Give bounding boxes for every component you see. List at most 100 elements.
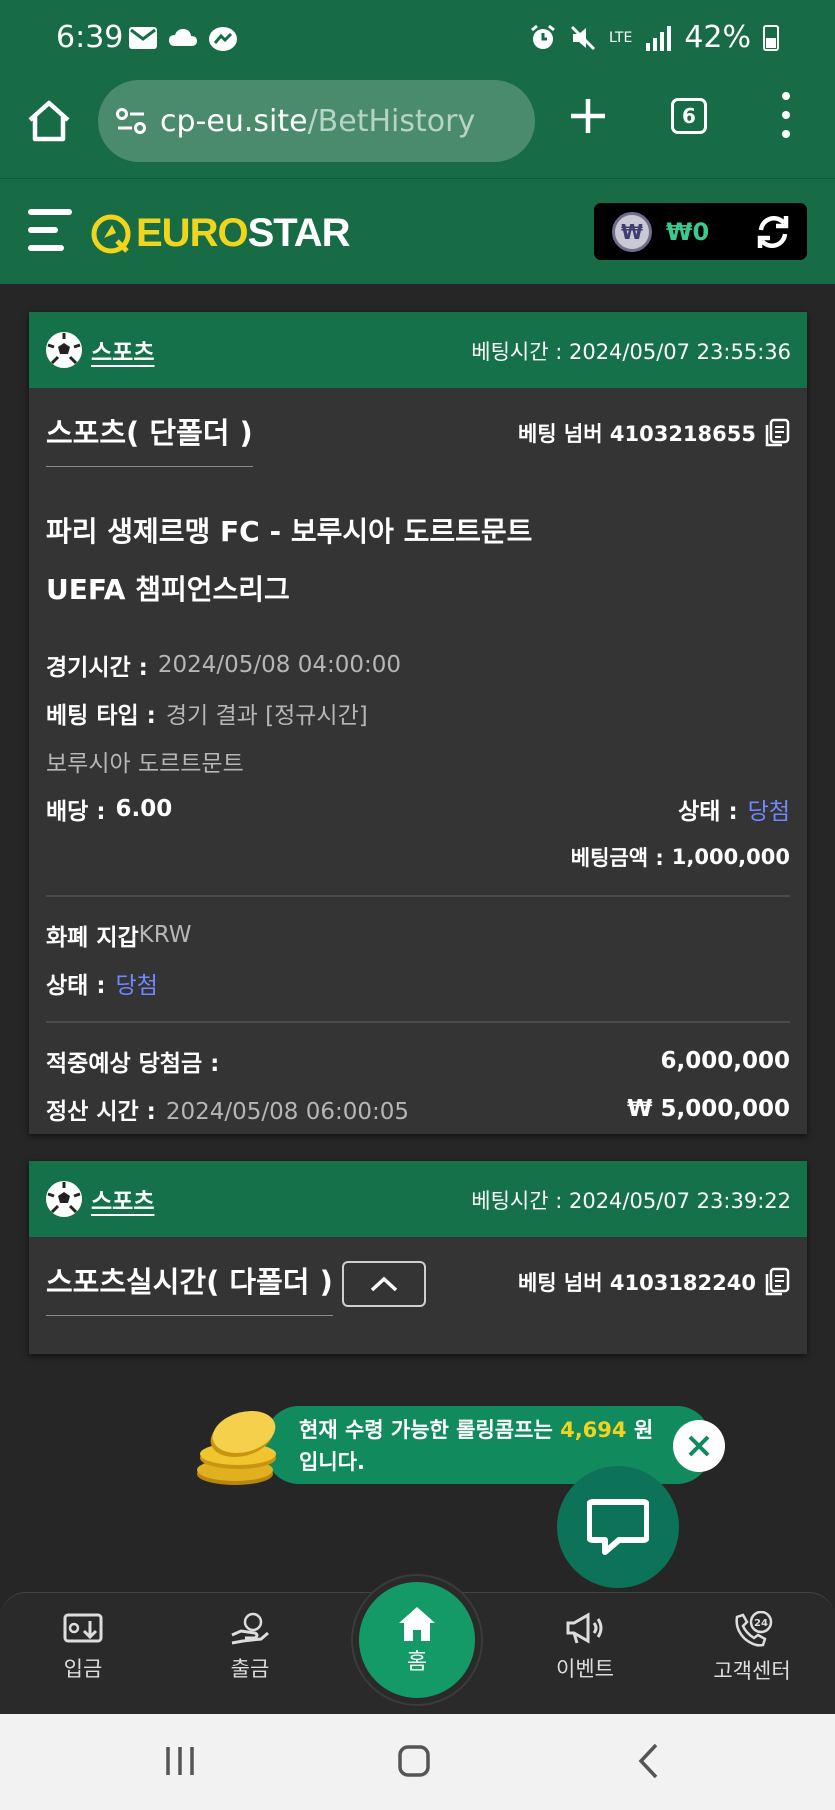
logo-text: EUROSTAR <box>136 211 350 256</box>
browser-menu-icon[interactable] <box>776 92 796 138</box>
settle-amount: ₩ 5,000,000 <box>627 1096 790 1122</box>
network-type: LTE <box>609 29 633 46</box>
bet-number: 베팅 넘버 4103182240 <box>518 1267 790 1297</box>
expected-win-row: 적중예상 당첨금 : 6,000,000 <box>46 1037 790 1085</box>
nav-event[interactable]: 이벤트 <box>525 1611 645 1683</box>
toast-text-after: 원 <box>626 1418 654 1442</box>
support-24-icon: 24 <box>735 1611 773 1647</box>
soccer-ball-icon <box>46 1181 82 1217</box>
sport-label[interactable]: 스포츠 <box>91 333 154 367</box>
match-league: UEFA 챔피언스리그 <box>46 573 290 606</box>
url-host: cp-eu.site <box>160 103 308 139</box>
bet-kind-value: 경기 결과 [정규시간] <box>165 703 368 729</box>
url-path: /BetHistory <box>307 103 476 139</box>
wallet-balance-box: ₩ ₩0 <box>594 203 807 260</box>
odds-row: 배당 : 6.00 상태 : 당첨 <box>46 785 790 833</box>
collapse-button[interactable] <box>342 1261 426 1307</box>
logo-star: STAR <box>247 211 351 255</box>
nav-deposit[interactable]: 입금 <box>23 1611 143 1683</box>
nav-home-button[interactable]: 홈 <box>353 1576 481 1704</box>
copy-icon[interactable] <box>764 418 790 448</box>
wallet-balance: ₩0 <box>666 217 710 246</box>
messenger-icon <box>209 27 237 51</box>
nav-withdraw[interactable]: 출금 <box>190 1611 310 1683</box>
recent-apps-icon[interactable] <box>164 1744 196 1778</box>
address-bar[interactable]: cp-eu.site/BetHistory <box>98 80 535 162</box>
bet-kind-label: 베팅 타입 : <box>46 703 156 729</box>
logo-euro: EURO <box>136 211 249 255</box>
wallet-status-label: 상태 : <box>46 973 106 999</box>
amount-row: 베팅금액 : 1,000,000 <box>46 833 790 881</box>
nav-withdraw-label: 출금 <box>230 1657 270 1681</box>
chevron-up-icon <box>370 1276 398 1292</box>
bet-time: 베팅시간 : 2024/05/07 23:39:22 <box>471 1189 791 1213</box>
system-status: LTE 42% <box>529 20 779 55</box>
back-icon[interactable] <box>636 1742 660 1780</box>
toast-close-button[interactable] <box>673 1420 725 1472</box>
wallet-label: 화폐 지갑 <box>46 925 139 951</box>
status-value: 당첨 <box>747 799 790 825</box>
status-bar: 6:39 LTE 42% <box>0 0 835 78</box>
eurostar-logo[interactable]: EUROSTAR <box>90 211 350 256</box>
tab-switcher-button[interactable]: 6 <box>671 98 707 134</box>
home-square-icon[interactable] <box>397 1744 431 1778</box>
alarm-icon <box>531 24 555 49</box>
bet-card-body: 스포츠( 단폴더 ) 베팅 넘버 4103218655 파리 생제르맹 FC -… <box>29 388 807 1133</box>
site-header: EUROSTAR ₩ ₩0 <box>0 178 835 284</box>
home-icon <box>399 1607 435 1641</box>
nav-event-label: 이벤트 <box>556 1657 614 1681</box>
sport-label[interactable]: 스포츠 <box>91 1182 154 1216</box>
close-icon <box>688 1435 710 1457</box>
divider <box>46 1021 790 1023</box>
expected-label: 적중예상 당첨금 : <box>46 1051 220 1077</box>
nav-support[interactable]: 24 고객센터 <box>692 1611 812 1685</box>
live-chat-button[interactable] <box>557 1466 679 1588</box>
bet-card-header: 스포츠 베팅시간 : 2024/05/07 23:39:22 <box>29 1161 807 1237</box>
wallet-status-value: 당첨 <box>115 973 158 999</box>
game-time-row: 경기시간 : 2024/05/08 04:00:00 <box>46 641 790 689</box>
bet-card-header: 스포츠 베팅시간 : 2024/05/07 23:55:36 <box>29 312 807 388</box>
system-navigation-bar <box>0 1714 835 1810</box>
wallet-value: KRW <box>138 922 192 948</box>
game-time-label: 경기시간 : <box>46 655 148 681</box>
bet-card-body: 스포츠실시간( 다폴더 ) 베팅 넘버 4103182240 <box>29 1237 807 1316</box>
megaphone-icon <box>566 1612 603 1644</box>
match-teams: 파리 생제르맹 FC - 보루시아 도르트문트 <box>46 515 533 548</box>
status-pair: 상태 : 당첨 <box>678 792 790 826</box>
site-settings-icon[interactable] <box>116 108 146 134</box>
url-text: cp-eu.site/BetHistory <box>160 104 475 139</box>
bet-kind-row: 베팅 타입 : 경기 결과 [정규시간] <box>46 689 790 737</box>
cloud-icon <box>169 29 197 46</box>
bet-card: 스포츠 베팅시간 : 2024/05/07 23:39:22 스포츠실시간( 다… <box>29 1161 807 1354</box>
settle-label: 정산 시간 : <box>46 1099 156 1125</box>
refresh-icon[interactable] <box>753 212 793 252</box>
settle-value: 2024/05/08 06:00:05 <box>165 1099 410 1125</box>
chat-bubble-icon <box>587 1499 649 1555</box>
odds-label: 배당 : <box>46 799 106 825</box>
expected-value: 6,000,000 <box>660 1048 791 1074</box>
browser-toolbar: cp-eu.site/BetHistory 6 <box>0 78 835 178</box>
match-info: 파리 생제르맹 FC - 보루시아 도르트문트 UEFA 챔피언스리그 <box>46 503 790 619</box>
nav-support-label: 고객센터 <box>713 1659 791 1683</box>
wallet-row: 화폐 지갑 KRW <box>46 911 790 959</box>
won-coin-icon: ₩ <box>612 211 652 252</box>
soccer-ball-icon <box>46 332 82 368</box>
mail-icon <box>129 27 157 49</box>
bet-number-text: 베팅 넘버 4103218655 <box>517 422 756 446</box>
copy-icon[interactable] <box>764 1267 790 1297</box>
nav-home-label: 홈 <box>406 1650 428 1675</box>
notification-icons <box>128 26 238 54</box>
toast-text-line2: 입니다. <box>299 1450 365 1474</box>
battery-percent: 42% <box>684 20 751 55</box>
amount-value: 1,000,000 <box>671 845 790 869</box>
hamburger-menu-icon[interactable] <box>28 209 72 251</box>
selection-row: 보루시아 도르트문트 <box>46 751 244 777</box>
settle-row: 정산 시간 : 2024/05/08 06:00:05 ₩ 5,000,000 <box>46 1085 790 1133</box>
new-tab-icon[interactable] <box>568 96 608 136</box>
nav-deposit-label: 입금 <box>63 1657 103 1681</box>
game-time-value: 2024/05/08 04:00:00 <box>157 652 402 678</box>
logo-mark-icon <box>91 214 131 253</box>
signal-icon <box>646 25 672 51</box>
withdraw-icon <box>231 1612 269 1645</box>
browser-home-icon[interactable] <box>26 98 72 144</box>
